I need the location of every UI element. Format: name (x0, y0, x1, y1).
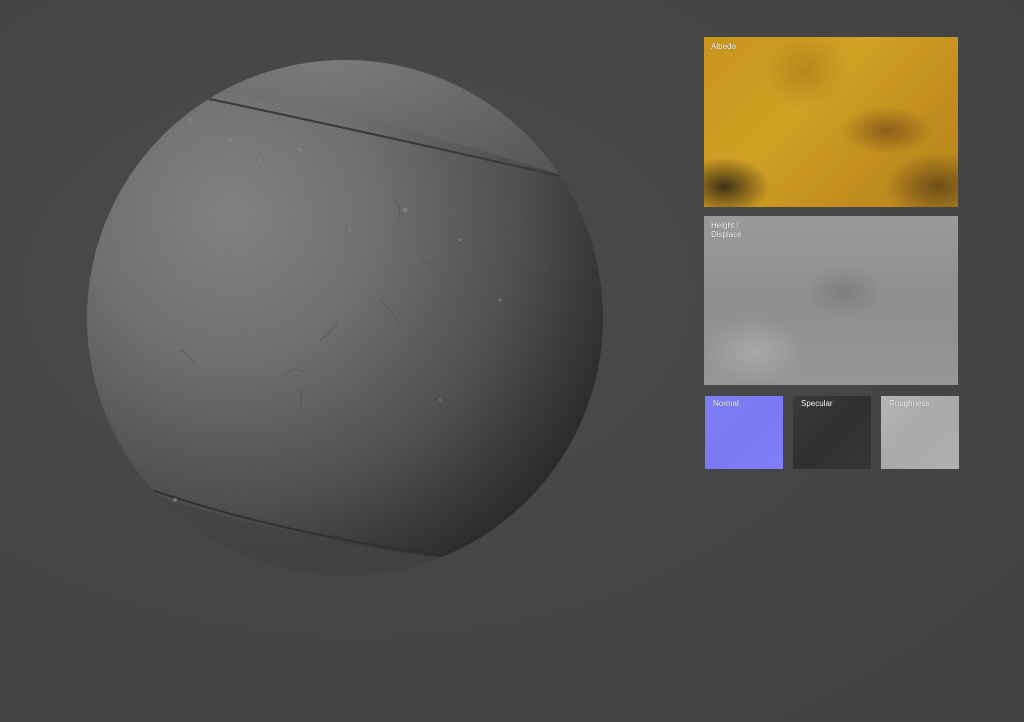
albedo-label: Albedo (711, 42, 736, 51)
specular-map-thumbnail: Specular (793, 396, 871, 469)
roughness-map-thumbnail: Roughness (881, 396, 959, 469)
normal-label: Normal (713, 399, 739, 408)
height-displace-map-thumbnail: Height / Displace (704, 216, 958, 385)
roughness-label: Roughness (889, 399, 930, 408)
albedo-map-thumbnail: Albedo (704, 37, 958, 207)
height-displace-label: Height / Displace (711, 221, 742, 239)
specular-label: Specular (801, 399, 833, 408)
normal-map-thumbnail: Normal (705, 396, 783, 469)
